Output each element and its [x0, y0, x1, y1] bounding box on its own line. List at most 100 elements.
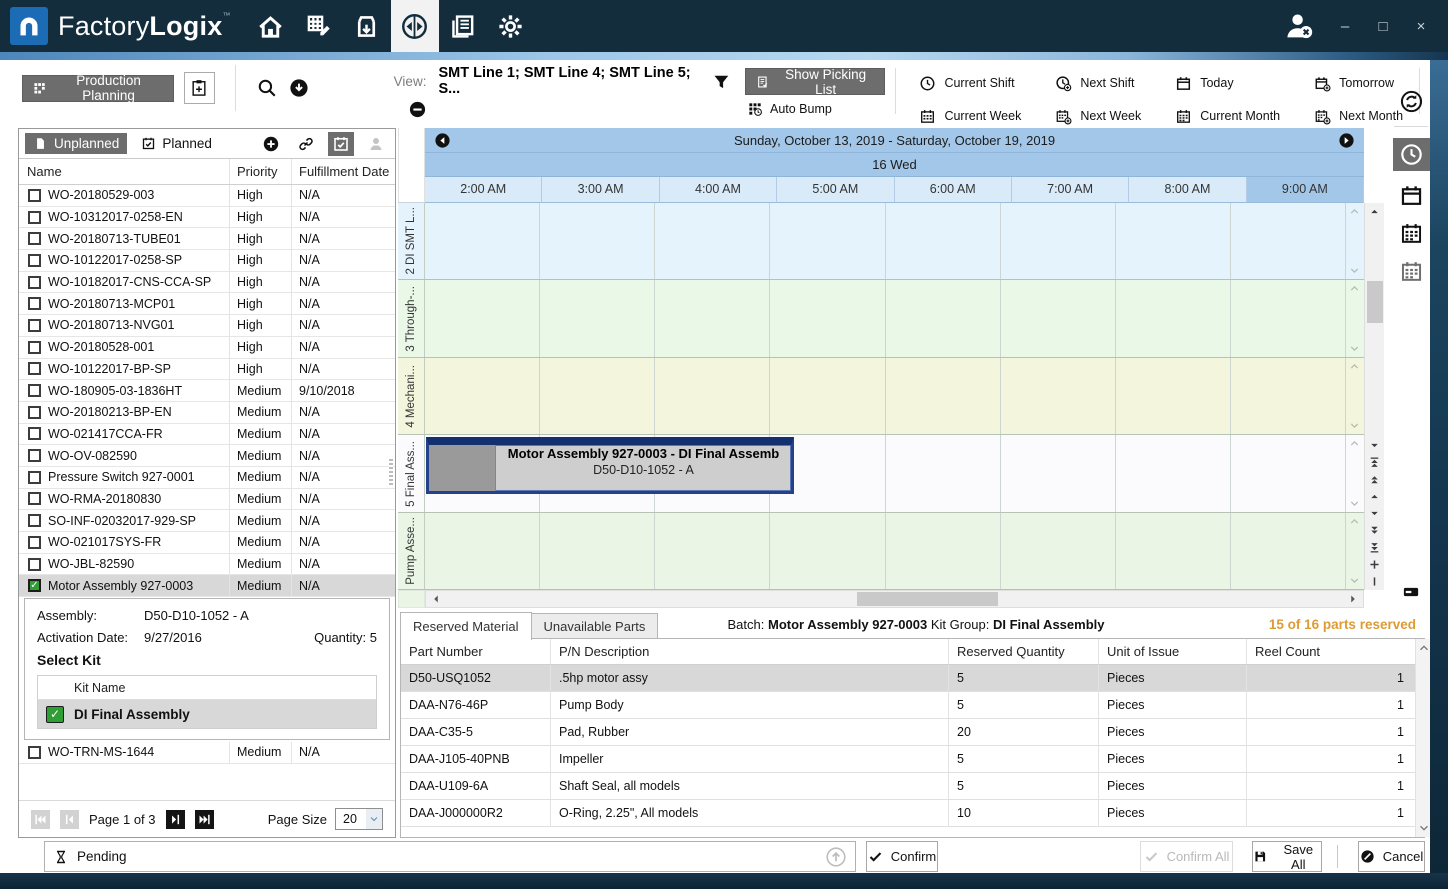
- work-order-row[interactable]: WO-20180528-001HighN/A: [19, 337, 395, 359]
- schedule-cell[interactable]: [1231, 435, 1346, 511]
- work-order-row[interactable]: WO-JBL-82590MediumN/A: [19, 554, 395, 576]
- work-order-row[interactable]: WO-021017SYS-FRMediumN/A: [19, 532, 395, 554]
- schedule-cell[interactable]: [655, 280, 770, 356]
- parts-column-unit-of-issue[interactable]: Unit of Issue: [1099, 639, 1247, 664]
- period-button-today[interactable]: Today: [1175, 71, 1280, 95]
- work-order-row[interactable]: WO-20180713-MCP01HighN/A: [19, 293, 395, 315]
- confirm-all-button[interactable]: Confirm All: [1140, 841, 1233, 872]
- resource-label[interactable]: Pump Asse...: [398, 513, 425, 589]
- column-priority[interactable]: Priority: [229, 159, 291, 184]
- schedule-cell[interactable]: [540, 203, 655, 279]
- schedule-cell[interactable]: [425, 280, 540, 356]
- work-order-checkbox[interactable]: [28, 232, 41, 245]
- period-button-tomorrow[interactable]: Tomorrow: [1314, 71, 1403, 95]
- tab-unavailable-parts[interactable]: Unavailable Parts: [531, 613, 659, 639]
- schedule-cell[interactable]: [540, 513, 655, 589]
- next-week-icon[interactable]: [1338, 132, 1355, 149]
- schedule-cell[interactable]: [1001, 435, 1116, 511]
- schedule-cell[interactable]: [886, 203, 1001, 279]
- resource-label[interactable]: 2 DI SMT L...: [398, 203, 425, 279]
- work-order-checkbox[interactable]: [28, 427, 41, 440]
- time-slot[interactable]: 8:00 AM: [1129, 177, 1246, 203]
- work-order-checkbox[interactable]: [28, 384, 41, 397]
- schedule-cell[interactable]: [1116, 280, 1231, 356]
- parts-row[interactable]: DAA-C35-5Pad, Rubber20Pieces1: [401, 719, 1424, 746]
- chev-up-icon[interactable]: [1349, 438, 1360, 449]
- time-slot[interactable]: 9:00 AM: [1247, 177, 1364, 203]
- scroll-down-button[interactable]: [1366, 437, 1384, 454]
- schedule-cell[interactable]: [1231, 203, 1346, 279]
- schedule-cell[interactable]: [1001, 203, 1116, 279]
- work-order-checkbox[interactable]: [28, 189, 41, 202]
- work-order-checkbox[interactable]: [28, 449, 41, 462]
- schedule-cell[interactable]: [1116, 358, 1231, 434]
- work-order-row[interactable]: WO-180905-03-1836HTMedium9/10/2018: [19, 380, 395, 402]
- first-page-button[interactable]: [31, 810, 50, 829]
- nav-reports[interactable]: [439, 0, 487, 52]
- schedule-cell[interactable]: [770, 280, 885, 356]
- work-order-row[interactable]: Pressure Switch 927-0001MediumN/A: [19, 467, 395, 489]
- schedule-cell[interactable]: [425, 358, 540, 434]
- link-button[interactable]: [293, 132, 319, 156]
- nav-home[interactable]: [247, 0, 295, 52]
- sync-button[interactable]: [1398, 88, 1425, 115]
- work-order-row[interactable]: WO-OV-082590MediumN/A: [19, 445, 395, 467]
- work-order-row[interactable]: SO-INF-02032017-929-SPMediumN/A: [19, 510, 395, 532]
- nav-settings[interactable]: [487, 0, 535, 52]
- filter-funnel-icon[interactable]: [712, 72, 731, 92]
- work-order-row[interactable]: WO-10122017-BP-SPHighN/A: [19, 359, 395, 381]
- parts-column-part-number[interactable]: Part Number: [401, 639, 551, 664]
- parts-row[interactable]: DAA-J000000R2O-Ring, 2.25", All models10…: [401, 800, 1424, 827]
- schedule-cell[interactable]: [540, 358, 655, 434]
- zoom-out-button[interactable]: [1366, 573, 1384, 590]
- vertical-scrollbar[interactable]: [1364, 203, 1384, 590]
- work-order-checkbox[interactable]: [28, 297, 41, 310]
- chev-up-icon[interactable]: [1349, 206, 1360, 217]
- collapse-up-button[interactable]: [1366, 454, 1384, 471]
- auto-bump-button[interactable]: Auto Bump: [745, 101, 885, 117]
- work-order-checkbox[interactable]: [28, 536, 41, 549]
- period-button-current-shift[interactable]: Current Shift: [919, 71, 1021, 95]
- schedule-cell[interactable]: [540, 280, 655, 356]
- schedule-cell[interactable]: [1231, 280, 1346, 356]
- view-value[interactable]: SMT Line 1; SMT Line 4; SMT Line 5; S...: [438, 65, 696, 97]
- scroll-up-button[interactable]: [1366, 203, 1384, 220]
- show-picking-list-button[interactable]: Show Picking List: [745, 68, 885, 95]
- close-button[interactable]: ×: [1412, 18, 1430, 35]
- step-down-button[interactable]: [1366, 505, 1384, 522]
- schedule-button[interactable]: [328, 132, 354, 156]
- kit-row[interactable]: ✓ DI Final Assembly: [38, 700, 376, 728]
- prev-week-icon[interactable]: [434, 132, 451, 149]
- work-order-row[interactable]: WO-20180713-NVG01HighN/A: [19, 315, 395, 337]
- chev-up-icon[interactable]: [1349, 516, 1360, 527]
- scroll-left-icon[interactable]: [428, 592, 444, 606]
- parts-column-p-n-description[interactable]: P/N Description: [551, 639, 949, 664]
- nav-planning[interactable]: [295, 0, 343, 52]
- work-order-checkbox[interactable]: [28, 406, 41, 419]
- chev-down-icon[interactable]: [1349, 420, 1360, 431]
- nav-transfer[interactable]: [391, 0, 439, 52]
- chevron-down-icon[interactable]: [1418, 822, 1430, 834]
- schedule-cell[interactable]: [770, 513, 885, 589]
- parts-row[interactable]: DAA-N76-46PPump Body5Pieces1: [401, 692, 1424, 719]
- tab-unplanned[interactable]: Unplanned: [25, 133, 127, 154]
- work-order-row[interactable]: ✓Motor Assembly 927-0003MediumN/A: [19, 575, 395, 597]
- user-logout-icon[interactable]: [1282, 9, 1316, 43]
- parts-scrollbar[interactable]: [1415, 639, 1431, 837]
- schedule-cell[interactable]: [1001, 280, 1116, 356]
- work-order-checkbox[interactable]: [28, 254, 41, 267]
- schedule-cell[interactable]: [770, 203, 885, 279]
- schedule-cell[interactable]: [655, 203, 770, 279]
- horizontal-scrollbar[interactable]: [425, 590, 1364, 608]
- zoom-in-button[interactable]: [1366, 556, 1384, 573]
- time-slot[interactable]: 2:00 AM: [425, 177, 542, 203]
- work-order-checkbox[interactable]: [28, 746, 41, 759]
- horizontal-scroll-thumb[interactable]: [857, 592, 998, 606]
- page-up-button[interactable]: [1366, 471, 1384, 488]
- confirm-button[interactable]: Confirm: [866, 841, 938, 872]
- scheduled-event[interactable]: Motor Assembly 927-0003 - DI Final Assem…: [426, 437, 794, 494]
- vertical-scroll-thumb[interactable]: [1367, 281, 1383, 323]
- collapse-up-circle-icon[interactable]: [825, 846, 847, 868]
- chev-up-icon[interactable]: [1349, 283, 1360, 294]
- collapse-panel-icon[interactable]: [1398, 583, 1424, 601]
